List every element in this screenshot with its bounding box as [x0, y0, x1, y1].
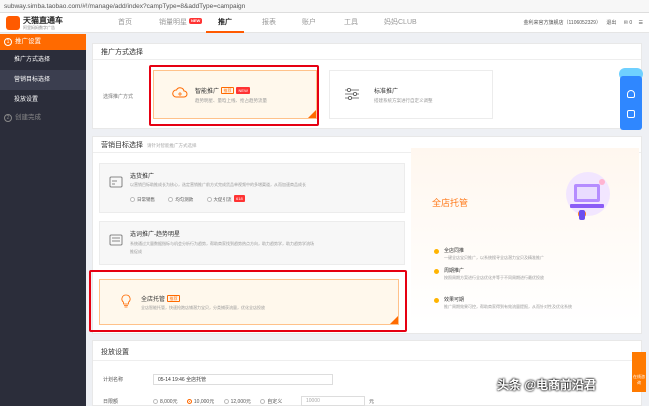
feature-desc: 推广周期效果可控，帮助商家得到有效流量提报，从而针对性及优化系统 — [444, 304, 572, 309]
radio-10000[interactable]: 10,000元 — [186, 399, 214, 405]
plan-name-label: 计划名称 — [103, 377, 124, 383]
message-count: 0 — [629, 20, 633, 26]
hosting-illustration — [566, 172, 610, 220]
sidebar-item-promo-method[interactable]: 推广方式选择 — [0, 50, 86, 70]
banner-title: 全店托管 — [432, 198, 469, 208]
standard-promo-option[interactable]: 标准推广 搭建系统方案进行自定义调整 — [329, 70, 493, 119]
promo-method-title: 推广方式选择 — [101, 49, 143, 56]
goal-option-keyword-title: 选词推广-趋势明星 — [130, 232, 180, 238]
top-navigation: 天猫直通车 阿里妈妈数字广告 首页 销量明星 NEW 推广 报表 账户 工具 妈妈… — [0, 13, 649, 33]
nav-account[interactable]: 账户 — [302, 13, 316, 33]
feature-icon — [434, 269, 439, 274]
delivery-settings-card: 投放设置 计划名称 05-14 19:46 全店托管 日限额 8,000元 10… — [92, 340, 642, 406]
tmall-logo-icon — [6, 16, 20, 30]
radio-checked-icon — [186, 399, 192, 404]
radio-even-test[interactable]: 均匀测款 — [168, 197, 193, 202]
divider — [93, 59, 641, 60]
nav-mama-club[interactable]: 妈妈CLUB — [384, 13, 417, 33]
radio-daily-sales[interactable]: 日常销售 — [130, 197, 155, 202]
step-created: 2 创建完成 — [0, 110, 86, 126]
feature-desc: 按照周期方案进行全店优化并等于不同周期进行最优投放 — [444, 275, 544, 280]
shop-name[interactable]: 金利来官方旗舰店（1106052329） — [524, 20, 601, 26]
menu-icon[interactable]: ☰ — [639, 20, 643, 26]
budget-radios: 8,000元 10,000元 12,000元 自定义 — [153, 398, 282, 405]
address-bar[interactable]: subway.simba.taobao.com/#!/manage/add/in… — [0, 0, 649, 13]
watermark: 头条 @电商前沿君 — [497, 378, 597, 392]
online-help-button[interactable]: 在线咨询 — [632, 352, 646, 392]
radio-icon — [223, 399, 229, 404]
step-promo-settings[interactable]: 1 推广设置 — [0, 34, 86, 50]
radio-big-promo[interactable]: 大促引流 618 — [206, 195, 246, 202]
feature-icon — [434, 249, 439, 254]
sidebar: 1 推广设置 推广方式选择 营销目标选择 投放设置 2 创建完成 — [0, 34, 86, 406]
goal-option-keyword-desc: 系统通过大量数据指标与机会分析行为趋势，帮助商家找到趋势热点方向，助力趋势学，助… — [130, 241, 314, 246]
radio-icon — [168, 197, 174, 202]
nav-tools[interactable]: 工具 — [344, 13, 358, 33]
goal-subtitle: 请针对智能推广方式选择 — [147, 143, 197, 148]
feature-title: 全店同推 — [444, 248, 465, 254]
floating-toolbar — [620, 76, 642, 130]
step-number: 2 — [4, 114, 12, 122]
step-number: 1 — [4, 38, 12, 46]
nav-home[interactable]: 首页 — [118, 13, 132, 33]
sidebar-item-marketing-goal[interactable]: 营销目标选择 — [0, 70, 86, 90]
goal-option-product-radios: 日常销售 均匀测款 大促引流 618 — [130, 195, 246, 203]
nav-sales-star[interactable]: 销量明星 NEW — [159, 13, 203, 33]
settings-title: 投放设置 — [101, 349, 129, 356]
highlight-box — [149, 65, 319, 126]
radio-icon — [130, 197, 135, 202]
radio-icon — [260, 399, 266, 404]
message-icon[interactable]: ✉ — [624, 20, 628, 26]
radio-8000[interactable]: 8,000元 — [153, 399, 178, 405]
feature-title: 周期推广 — [444, 268, 465, 274]
budget-label: 日限额 — [103, 399, 119, 405]
account-info: 金利来官方旗舰店（1106052329） 退出 ✉ 0 ☰ — [524, 13, 644, 33]
sliders-icon — [345, 87, 359, 100]
standard-promo-desc: 搭建系统方案进行自定义调整 — [374, 98, 433, 103]
radio-12000[interactable]: 12,000元 — [223, 399, 251, 405]
divider — [93, 360, 641, 361]
sidebar-item-delivery-settings[interactable]: 投放设置 — [0, 90, 86, 110]
goal-option-product-desc: 以营销目标助推成长为核心，选定营销推广前方式完成货品单视频中的多增渠道，从而加速… — [130, 182, 306, 187]
bell-icon[interactable] — [627, 90, 635, 98]
618-badge: 618 — [233, 195, 246, 202]
product-select-icon — [109, 176, 123, 188]
feature-title: 效果可期 — [444, 297, 465, 303]
goal-option-product-title: 选货推广 — [130, 174, 155, 180]
promo-method-label: 选择推广方式 — [103, 94, 134, 100]
custom-budget-input[interactable]: 10000 — [301, 396, 365, 406]
new-badge: NEW — [189, 18, 203, 24]
nav-reports[interactable]: 报表 — [262, 13, 276, 33]
radio-icon — [153, 399, 158, 404]
feature-desc: 一键全店宝贝推广，以系统搜寻全店潜力宝贝及精准推广 — [444, 255, 544, 260]
goal-option-keyword-desc-2: 推促成 — [130, 249, 142, 254]
goal-title: 营销目标选择 请针对智能推广方式选择 — [101, 142, 197, 149]
keyword-trend-icon — [109, 234, 123, 246]
goal-option-product[interactable]: 选货推广 以营销目标助推成长为核心，选定营销推广前方式完成货品单视频中的多增渠道… — [99, 163, 405, 213]
logo[interactable]: 天猫直通车 阿里妈妈数字广告 — [6, 15, 86, 31]
nav-promotion[interactable]: 推广 — [206, 13, 244, 33]
budget-unit: 元 — [369, 399, 375, 405]
goal-option-keyword[interactable]: 选词推广-趋势明星 系统通过大量数据指标与机会分析行为趋势，帮助商家找到趋势热点… — [99, 221, 405, 265]
plan-name-input[interactable]: 05-14 19:46 全店托管 — [153, 374, 333, 385]
radio-icon — [206, 197, 212, 202]
notes-icon[interactable] — [627, 110, 635, 118]
highlight-box — [89, 270, 407, 332]
logout-link[interactable]: 退出 — [606, 20, 616, 26]
radio-custom[interactable]: 自定义 — [260, 399, 282, 405]
logo-subtitle: 阿里妈妈数字广告 — [23, 25, 55, 30]
standard-promo-title: 标准推广 — [374, 89, 399, 95]
feature-icon — [434, 298, 439, 303]
